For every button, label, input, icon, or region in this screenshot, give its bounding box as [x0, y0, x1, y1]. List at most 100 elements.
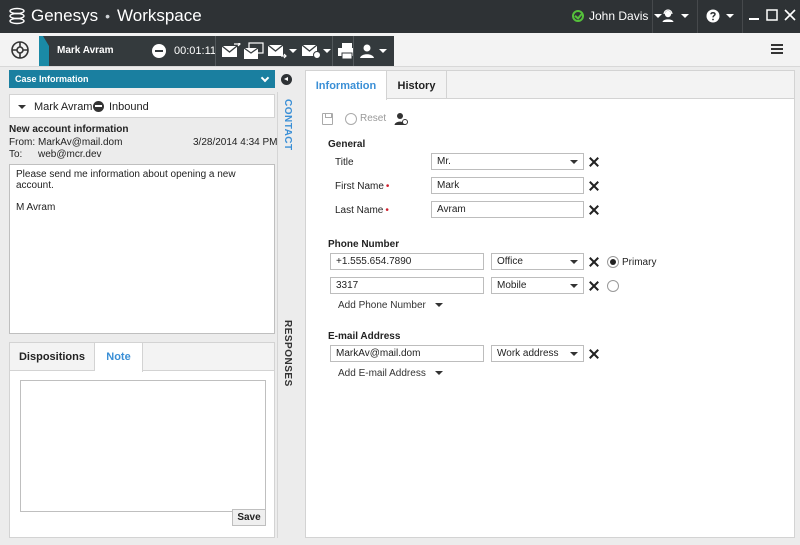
email-body[interactable]: Please send me information about opening…: [9, 164, 275, 334]
party-row: Mark Avram Inbound: [9, 94, 275, 118]
forward-button[interactable]: [243, 42, 265, 60]
first-name-input[interactable]: Mark: [431, 177, 584, 194]
help-icon: [706, 9, 720, 23]
chevron-down-icon: [681, 14, 689, 18]
email-type-select[interactable]: Work address: [491, 345, 584, 362]
main-menu-button[interactable]: [771, 44, 783, 55]
primary-phone-radio[interactable]: [607, 280, 619, 292]
remove-email-icon[interactable]: [589, 349, 599, 359]
email-to: web@mcr.dev: [38, 149, 102, 160]
last-name-label: Last Name •: [335, 205, 389, 216]
assign-contact-icon[interactable]: [394, 112, 408, 126]
email-type-value: Work address: [497, 348, 559, 359]
close-icon[interactable]: [784, 9, 796, 21]
email-body-signature: M Avram: [16, 202, 56, 213]
tab-information[interactable]: Information: [306, 71, 387, 100]
email-from: MarkAv@mail.dom: [38, 137, 123, 148]
last-name-label-text: Last Name: [335, 205, 384, 216]
interaction-contact-name[interactable]: Mark Avram: [57, 45, 114, 56]
interaction-timer: 00:01:11: [174, 45, 217, 57]
reply-button[interactable]: [221, 42, 241, 60]
email-subject: New account information: [9, 124, 129, 135]
reply-email-icon: [221, 43, 241, 57]
main-toolbar: Mark Avram 00:01:11: [0, 33, 800, 67]
brand: Genesys • Workspace: [8, 6, 202, 26]
chevron-down-icon: [260, 73, 270, 83]
toolbar-divider: [215, 36, 216, 66]
agent-headset-icon: [662, 9, 674, 22]
brand-separator: •: [105, 8, 110, 24]
remove-phone-icon[interactable]: [589, 281, 599, 291]
primary-phone-radio[interactable]: [607, 256, 619, 268]
party-expand-icon[interactable]: [18, 105, 26, 109]
phone-section-title: Phone Number: [328, 239, 400, 250]
reset-icon[interactable]: [345, 113, 357, 125]
user-status-menu[interactable]: John Davis: [572, 9, 663, 23]
phone-type-value: Office: [497, 256, 523, 267]
agent-status-button[interactable]: [661, 8, 689, 24]
phone-number-input[interactable]: 3317: [330, 277, 484, 294]
brand-name: Genesys: [31, 6, 99, 25]
tab-history[interactable]: History: [387, 71, 447, 99]
add-phone-number-button[interactable]: Add Phone Number: [338, 300, 443, 311]
chevron-down-icon: [379, 49, 387, 53]
add-phone-number-label: Add Phone Number: [338, 300, 426, 311]
reset-button[interactable]: Reset: [360, 113, 386, 124]
phone-number-input[interactable]: +1.555.654.7890: [330, 253, 484, 270]
app-name: Workspace: [117, 6, 202, 25]
phone-type-select[interactable]: Mobile: [491, 277, 584, 294]
note-textarea[interactable]: [20, 380, 266, 512]
support-wheel-icon[interactable]: [10, 40, 30, 60]
primary-label: Primary: [622, 257, 657, 268]
chevron-down-icon: [570, 352, 578, 356]
toolbar-divider: [332, 36, 333, 66]
required-marker: •: [385, 181, 390, 192]
add-email-address-label: Add E-mail Address: [338, 368, 426, 379]
interaction-accent: [39, 36, 49, 66]
ready-status-icon: [572, 10, 584, 22]
tab-note[interactable]: Note: [95, 343, 143, 372]
party-name[interactable]: Mark Avram: [34, 101, 92, 113]
titlebar-divider: [652, 0, 653, 33]
remove-phone-icon[interactable]: [589, 257, 599, 267]
save-note-button[interactable]: Save: [232, 509, 266, 526]
title-label: Title: [335, 157, 354, 168]
save-contact-icon[interactable]: [322, 113, 333, 125]
side-tab-strip: [277, 92, 295, 538]
clear-title-icon[interactable]: [589, 157, 599, 167]
tab-contact-label: CONTACT: [282, 99, 293, 151]
minimize-icon[interactable]: [748, 9, 760, 21]
add-email-address-button[interactable]: Add E-mail Address: [338, 368, 443, 379]
case-information-title: Case Information: [15, 74, 89, 84]
first-name-label-text: First Name: [335, 181, 384, 192]
email-address-input[interactable]: MarkAv@mail.dom: [330, 345, 484, 362]
user-name: John Davis: [589, 9, 649, 23]
last-name-input[interactable]: Avram: [431, 201, 584, 218]
chevron-down-icon: [570, 284, 578, 288]
genesys-logo-icon: [9, 7, 25, 25]
collapse-panel-icon[interactable]: [281, 74, 292, 85]
email-to-label: To:: [9, 149, 23, 160]
lower-tab-bar: Dispositions Note: [10, 343, 274, 372]
titlebar-divider: [697, 0, 698, 33]
chevron-down-icon: [570, 160, 578, 164]
title-select[interactable]: Mr.: [431, 153, 584, 170]
mark-done-email-button[interactable]: [301, 42, 331, 60]
contact-tab-bar: Information History: [306, 71, 794, 100]
case-information-header[interactable]: Case Information: [9, 70, 275, 88]
email-date: 3/28/2014 4:34 PM: [193, 137, 278, 148]
transfer-button[interactable]: [267, 42, 297, 60]
clear-last-name-icon[interactable]: [589, 205, 599, 215]
help-button[interactable]: [706, 8, 734, 24]
maximize-icon[interactable]: [766, 9, 778, 21]
party-action-button[interactable]: [353, 36, 394, 66]
party-icon: [360, 44, 374, 58]
email-media-icon: [93, 101, 104, 112]
phone-type-select[interactable]: Office: [491, 253, 584, 270]
clear-first-name-icon[interactable]: [589, 181, 599, 191]
email-from-label: From:: [9, 137, 36, 148]
required-marker: •: [385, 205, 389, 216]
chevron-down-icon: [726, 14, 734, 18]
tab-dispositions[interactable]: Dispositions: [10, 343, 95, 371]
forward-email-icon: [243, 42, 264, 59]
